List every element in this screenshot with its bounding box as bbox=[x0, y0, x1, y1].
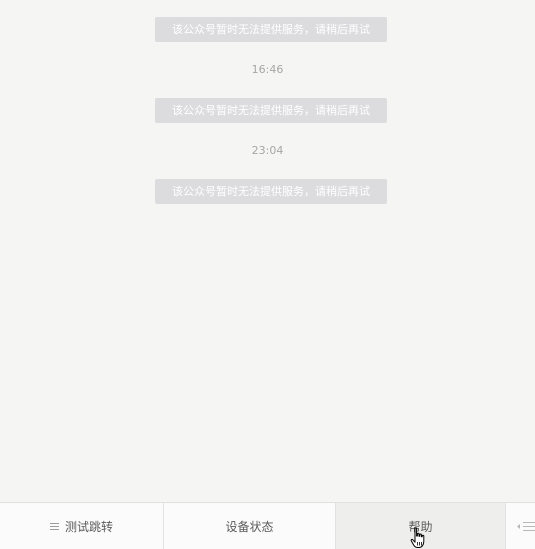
timestamp: 23:04 bbox=[251, 144, 284, 157]
menu-item-test-jump[interactable]: 测试跳转 bbox=[0, 503, 164, 549]
menu-item-label: 测试跳转 bbox=[64, 519, 113, 534]
custom-menu-bar: 测试跳转 设备状态 帮助 bbox=[0, 502, 535, 549]
system-message: 该公众号暂时无法提供服务，请稍后再试 bbox=[155, 179, 387, 204]
keyboard-switch-button[interactable] bbox=[506, 503, 535, 549]
menu-item-device-status[interactable]: 设备状态 bbox=[164, 503, 336, 549]
chat-area: 该公众号暂时无法提供服务，请稍后再试 16:46 该公众号暂时无法提供服务，请稍… bbox=[0, 0, 535, 502]
timestamp: 16:46 bbox=[251, 63, 284, 76]
keyboard-switch-icon bbox=[517, 521, 535, 531]
hamburger-icon bbox=[49, 522, 59, 530]
system-message: 该公众号暂时无法提供服务，请稍后再试 bbox=[155, 98, 387, 123]
menu-item-label: 设备状态 bbox=[225, 519, 274, 534]
system-message: 该公众号暂时无法提供服务，请稍后再试 bbox=[155, 17, 387, 42]
hand-cursor-icon bbox=[410, 527, 425, 548]
